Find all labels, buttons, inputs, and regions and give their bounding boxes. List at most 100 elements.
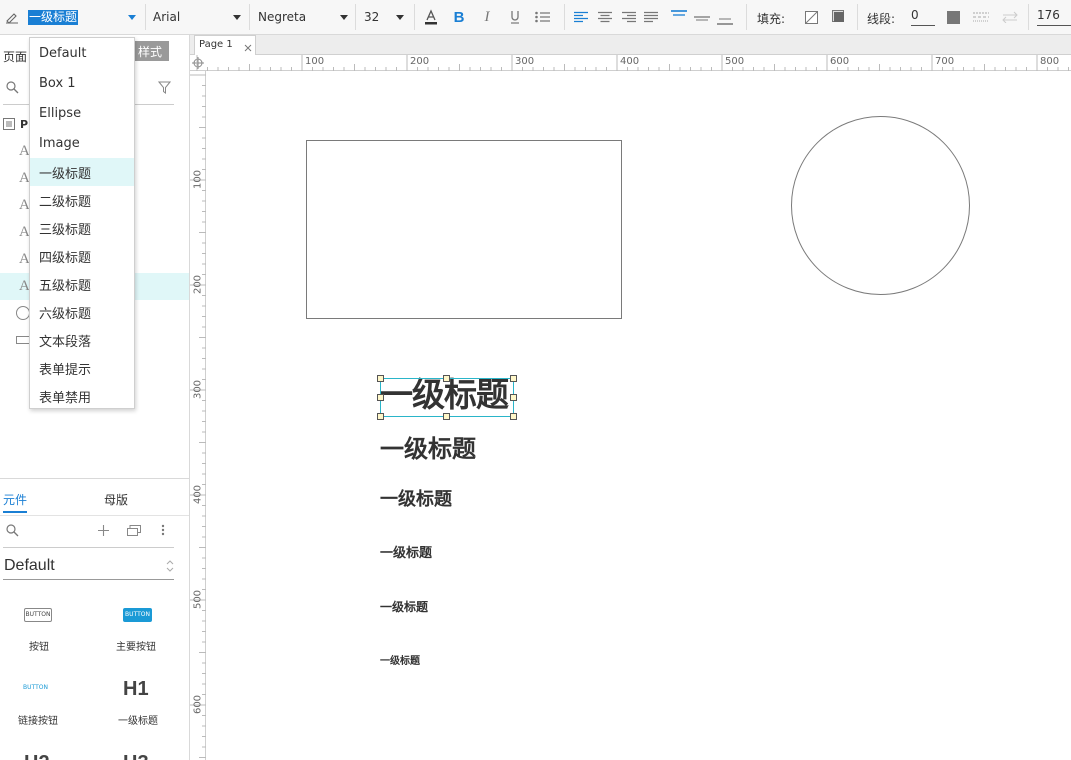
width-input[interactable]: 176 (1037, 8, 1071, 26)
shadow-icon[interactable] (831, 9, 847, 25)
no-fill-icon[interactable] (803, 9, 819, 25)
heading-3-text[interactable]: 一级标题 (380, 491, 452, 509)
style-option-heading-6[interactable]: 六级标题 (30, 298, 134, 326)
style-option-paragraph[interactable]: 文本段落 (30, 326, 134, 354)
heading-5-text[interactable]: 一级标题 (380, 601, 428, 613)
bullet-list-icon[interactable] (534, 8, 552, 26)
library-icon[interactable] (126, 523, 142, 537)
widget-label: 一级标题 (118, 716, 158, 727)
widget-primary-button[interactable]: BUTTON 主要按钮 (112, 605, 166, 655)
align-right-icon[interactable] (621, 9, 637, 25)
ruler-label: 100 (192, 169, 204, 190)
tab-page-1[interactable]: Page 1 (194, 35, 256, 55)
ruler-label: 100 (305, 56, 325, 67)
h2-preview: H2 (24, 752, 50, 760)
valign-top-icon[interactable] (670, 7, 688, 25)
valign-middle-icon[interactable] (693, 8, 711, 26)
underline-icon[interactable] (507, 8, 523, 26)
valign-bottom-icon[interactable] (716, 9, 734, 27)
page-tab-label: Page 1 (199, 39, 233, 50)
format-painter-icon[interactable] (4, 9, 20, 25)
style-option-default[interactable]: Default (30, 39, 134, 68)
style-option-box-1[interactable]: Box 1 (30, 69, 134, 98)
tab-widgets[interactable]: 元件 (3, 491, 27, 508)
resize-handle[interactable] (443, 375, 450, 382)
toolbar: 一级标题 Arial Negreta 32 B I 填充: 线段: 0 176 (0, 0, 1071, 35)
line-label: 线段: (867, 12, 896, 26)
align-justify-icon[interactable] (643, 9, 659, 25)
style-option-heading-4[interactable]: 四级标题 (30, 242, 134, 270)
primary-button-preview: BUTTON (123, 608, 152, 622)
style-option-image[interactable]: Image (30, 129, 134, 158)
line-width-input[interactable]: 0 (911, 8, 935, 26)
heading-4-text[interactable]: 一级标题 (380, 547, 432, 560)
style-option-heading-1[interactable]: 一级标题 (30, 158, 134, 186)
ruler-label: 400 (620, 56, 640, 67)
bold-icon[interactable]: B (451, 8, 467, 26)
arrow-style-icon[interactable] (1001, 9, 1019, 25)
widget-heading-1[interactable]: H1 一级标题 (112, 675, 166, 730)
ruler-label: 800 (1040, 56, 1060, 67)
resize-handle[interactable] (510, 394, 517, 401)
pages-label: 页面 (3, 50, 28, 64)
style-option-ellipse[interactable]: Ellipse (30, 99, 134, 128)
filter-icon[interactable] (157, 80, 171, 94)
heading-2-text[interactable]: 一级标题 (380, 437, 476, 461)
resize-handle[interactable] (510, 375, 517, 382)
resize-handle[interactable] (377, 394, 384, 401)
resize-handle[interactable] (443, 413, 450, 420)
ellipse-shape[interactable] (791, 116, 970, 295)
widget-heading-2[interactable]: H2 (14, 747, 64, 760)
link-button-preview: BUTTON (23, 684, 48, 691)
ruler-label: 300 (515, 56, 535, 67)
line-pattern-icon[interactable] (972, 9, 990, 25)
style-dropdown-menu: Default Box 1 Ellipse Image 一级标题 二级标题 三级… (29, 37, 135, 409)
outline-page-label[interactable]: P (20, 118, 28, 131)
widget-label: 按钮 (29, 642, 49, 653)
ruler-label: 600 (830, 56, 850, 67)
resize-handle[interactable] (377, 375, 384, 382)
heading-6-text[interactable]: 一级标题 (380, 657, 420, 667)
font-family-select[interactable]: Arial (153, 0, 247, 34)
more-icon[interactable] (158, 523, 168, 537)
style-option-heading-3[interactable]: 三级标题 (30, 214, 134, 242)
align-center-icon[interactable] (597, 9, 613, 25)
resize-handle[interactable] (377, 413, 384, 420)
line-color-icon[interactable] (945, 9, 961, 25)
tab-masters[interactable]: 母版 (104, 491, 128, 508)
vertical-ruler: 100 200 300 400 500 600 (190, 71, 206, 760)
search-icon[interactable] (5, 523, 19, 537)
h1-preview: H1 (123, 678, 149, 700)
resize-handle[interactable] (510, 413, 517, 420)
style-option-form-disabled[interactable]: 表单禁用 (30, 382, 134, 410)
ruler-label: 700 (935, 56, 955, 67)
add-icon[interactable] (96, 523, 110, 537)
widget-link-button[interactable]: BUTTON 链接按钮 (14, 680, 64, 730)
box-1-shape[interactable] (306, 140, 622, 319)
h3-preview: H3 (123, 752, 149, 760)
font-size-value: 32 (364, 10, 380, 24)
style-option-heading-2[interactable]: 二级标题 (30, 186, 134, 214)
align-left-icon[interactable] (573, 9, 589, 25)
ruler-label: 200 (192, 274, 204, 295)
widget-label: 链接按钮 (18, 716, 58, 727)
font-weight-value: Negreta (258, 10, 307, 24)
italic-icon[interactable]: I (479, 8, 495, 26)
library-select[interactable]: Default (3, 554, 174, 580)
widget-heading-3[interactable]: H3 (112, 747, 166, 760)
ruler-label: 500 (725, 56, 745, 67)
ellipse-icon (16, 306, 30, 320)
search-icon[interactable] (5, 80, 19, 94)
style-option-heading-5[interactable]: 五级标题 (30, 270, 134, 298)
style-select[interactable]: 一级标题 (28, 0, 140, 34)
page-tab-bar: Page 1 (190, 35, 1071, 55)
font-color-icon[interactable] (423, 8, 439, 26)
page-icon (2, 117, 16, 131)
button-preview: BUTTON (24, 608, 52, 622)
selection-box (380, 378, 514, 417)
style-option-form-hint[interactable]: 表单提示 (30, 354, 134, 382)
font-size-select[interactable]: 32 (364, 0, 408, 34)
widget-button[interactable]: BUTTON 按钮 (14, 605, 64, 655)
close-icon[interactable] (244, 41, 252, 55)
font-weight-select[interactable]: Negreta (258, 0, 354, 34)
